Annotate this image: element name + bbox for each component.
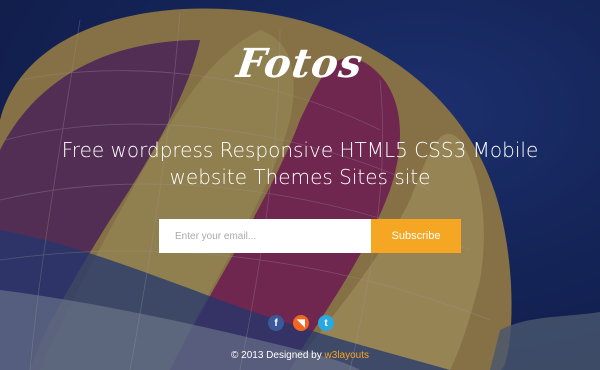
copyright-text: © 2013 Designed by [230, 350, 325, 361]
twitter-icon[interactable]: t [318, 315, 334, 331]
social-links: f ◥ t [268, 315, 334, 331]
subscribe-button[interactable]: Subscribe [371, 219, 461, 253]
footer-copyright: © 2013 Designed by w3layouts [0, 350, 600, 361]
subscribe-form: Subscribe [159, 219, 461, 253]
email-input[interactable] [159, 219, 371, 253]
hero-tagline: Free wordpress Responsive HTML5 CSS3 Mob… [61, 138, 539, 189]
facebook-icon[interactable]: f [268, 315, 284, 331]
designer-link[interactable]: w3layouts [325, 350, 369, 361]
site-logo[interactable]: Fotos [0, 40, 600, 87]
rss-icon[interactable]: ◥ [293, 315, 309, 331]
